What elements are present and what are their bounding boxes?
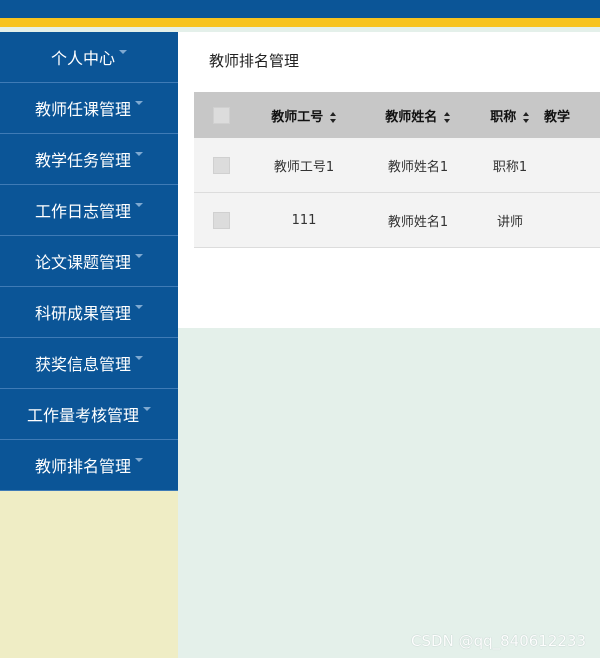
sidebar-item-label: 教学任务管理 <box>34 151 131 170</box>
sidebar: 个人中心 教师任课管理 教学任务管理 工作日志管理 论文课题管理 科研成果管理 … <box>0 32 178 658</box>
cell-title: 职称1 <box>476 138 544 193</box>
sidebar-item-teaching-task[interactable]: 教学任务管理 <box>0 134 178 185</box>
sidebar-menu: 个人中心 教师任课管理 教学任务管理 工作日志管理 论文课题管理 科研成果管理 … <box>0 32 178 491</box>
table-header-row: 教师工号 教师姓名 职称 教学 <box>194 92 600 138</box>
sidebar-item-work-log[interactable]: 工作日志管理 <box>0 185 178 236</box>
sidebar-item-label: 工作日志管理 <box>34 202 131 221</box>
sidebar-item-label: 个人中心 <box>50 49 115 68</box>
caret-down-icon <box>135 254 143 258</box>
caret-down-icon <box>135 152 143 156</box>
sort-icon[interactable] <box>443 111 451 123</box>
sidebar-item-label: 工作量考核管理 <box>26 406 139 425</box>
caret-down-icon <box>119 50 127 54</box>
cell-title: 讲师 <box>476 192 544 248</box>
caret-down-icon <box>135 305 143 309</box>
column-header-label: 教学 <box>544 109 571 125</box>
sort-icon[interactable] <box>329 111 337 123</box>
caret-down-icon <box>135 356 143 360</box>
header-accent-stripe <box>0 18 600 27</box>
sidebar-item-workload-assessment[interactable]: 工作量考核管理 <box>0 389 178 440</box>
row-select-cell <box>194 192 248 248</box>
select-all-checkbox[interactable] <box>212 106 230 124</box>
caret-down-icon <box>135 101 143 105</box>
column-header-teacher-id[interactable]: 教师工号 <box>248 92 360 138</box>
sidebar-item-awards[interactable]: 获奖信息管理 <box>0 338 178 389</box>
caret-down-icon <box>135 458 143 462</box>
sidebar-item-label: 科研成果管理 <box>34 304 131 323</box>
cell-teacher-name: 教师姓名1 <box>360 192 476 248</box>
column-header-title[interactable]: 职称 <box>476 92 544 138</box>
column-header-teaching[interactable]: 教学 <box>544 92 600 138</box>
sidebar-item-label: 教师排名管理 <box>34 457 131 476</box>
main-panel: 教师排名管理 教师工号 教师姓名 职称 教学 教师工号1 教师姓名1 职称1 1… <box>178 32 600 328</box>
caret-down-icon <box>143 407 151 411</box>
column-header-label: 教师工号 <box>271 109 324 125</box>
sidebar-item-label: 获奖信息管理 <box>34 355 131 374</box>
row-select-cell <box>194 138 248 193</box>
sidebar-item-teacher-course[interactable]: 教师任课管理 <box>0 83 178 134</box>
sidebar-item-paper-topic[interactable]: 论文课题管理 <box>0 236 178 287</box>
page-title: 教师排名管理 <box>209 52 300 70</box>
watermark: CSDN @qq_840612233 <box>411 632 586 650</box>
cell-teaching <box>544 192 600 248</box>
ranking-table: 教师工号 教师姓名 职称 教学 教师工号1 教师姓名1 职称1 111 教师姓名… <box>194 92 600 248</box>
table-row[interactable]: 教师工号1 教师姓名1 职称1 <box>194 138 600 193</box>
sort-icon[interactable] <box>522 111 530 123</box>
sidebar-item-label: 论文课题管理 <box>34 253 131 272</box>
cell-teaching <box>544 138 600 193</box>
sidebar-item-personal-center[interactable]: 个人中心 <box>0 32 178 83</box>
table-row[interactable]: 111 教师姓名1 讲师 <box>194 192 600 248</box>
cell-teacher-id: 111 <box>248 192 360 248</box>
cell-teacher-id: 教师工号1 <box>248 138 360 193</box>
column-header-label: 职称 <box>490 109 517 125</box>
select-all-cell <box>194 92 248 138</box>
caret-down-icon <box>135 203 143 207</box>
column-header-teacher-name[interactable]: 教师姓名 <box>360 92 476 138</box>
row-checkbox[interactable] <box>212 211 230 229</box>
sidebar-item-teacher-ranking[interactable]: 教师排名管理 <box>0 440 178 491</box>
cell-teacher-name: 教师姓名1 <box>360 138 476 193</box>
sidebar-item-label: 教师任课管理 <box>34 100 131 119</box>
top-header-bar <box>0 0 600 18</box>
column-header-label: 教师姓名 <box>385 109 438 125</box>
row-checkbox[interactable] <box>212 156 230 174</box>
sidebar-item-research-results[interactable]: 科研成果管理 <box>0 287 178 338</box>
